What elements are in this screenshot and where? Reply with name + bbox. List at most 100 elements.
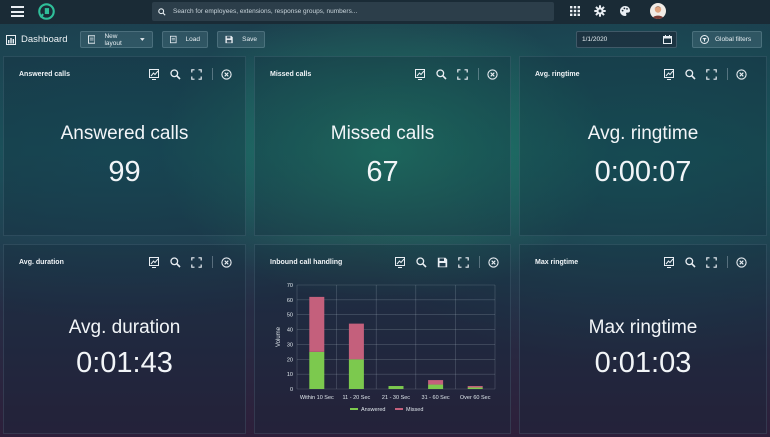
toolbar-divider: [727, 256, 728, 268]
load-button-label: Load: [185, 36, 200, 43]
save-button[interactable]: Save: [217, 31, 265, 48]
zoom-search-icon[interactable]: [436, 68, 447, 80]
metric-label: Missed calls: [330, 123, 435, 144]
toolbar-divider: [727, 68, 728, 80]
layout-dropdown-label: New layout: [104, 32, 122, 47]
metric-value: 0:00:07: [594, 156, 692, 188]
inbound-call-handling-chart: 0 10 20 30 40 50 60 70 Within 10 Sec 11 - 20 Sec 2…: [276, 283, 496, 413]
zoom-search-icon[interactable]: [170, 256, 181, 268]
y-tick-label: 60: [287, 298, 293, 304]
date-picker[interactable]: 1/1/2020: [576, 31, 677, 48]
toolbar-divider: [212, 68, 213, 80]
bar-missed: [428, 380, 444, 385]
toolbar-divider: [478, 68, 479, 80]
metric-label: Max ringtime: [588, 317, 698, 338]
x-tick-label: 21 - 30 Sec: [382, 395, 410, 401]
chart-type-icon[interactable]: [149, 68, 160, 80]
y-tick-label: 50: [287, 313, 293, 319]
x-tick-label: Over 60 Sec: [460, 395, 491, 401]
legend-label: Answered: [361, 407, 385, 413]
app-logo-icon: [38, 3, 55, 20]
close-circle-icon[interactable]: [221, 68, 232, 80]
x-tick-label: 11 - 20 Sec: [343, 395, 371, 401]
metric-value: 67: [366, 156, 399, 188]
palette-icon[interactable]: [619, 5, 631, 17]
fullscreen-icon[interactable]: [457, 68, 468, 80]
save-disk-icon: [225, 35, 233, 44]
layout-dropdown[interactable]: New layout: [80, 31, 153, 48]
page-title: Dashboard: [6, 34, 67, 45]
fullscreen-icon[interactable]: [191, 256, 202, 268]
close-circle-icon[interactable]: [736, 256, 747, 268]
fullscreen-icon[interactable]: [706, 68, 717, 80]
bar-answered: [467, 387, 483, 389]
user-avatar-icon: [652, 6, 664, 19]
y-tick-label: 10: [287, 372, 293, 378]
zoom-search-icon[interactable]: [685, 256, 696, 268]
bar-answered: [428, 384, 444, 389]
search-icon: [158, 7, 166, 16]
user-avatar[interactable]: [650, 3, 666, 19]
load-icon: [170, 35, 177, 44]
fullscreen-icon[interactable]: [191, 68, 202, 80]
x-tick-label: Within 10 Sec: [300, 395, 334, 401]
global-filters-button[interactable]: Global filters: [692, 31, 762, 48]
metric-label: Avg. duration: [68, 317, 181, 338]
widget-title: Avg. duration: [19, 259, 64, 266]
chart-type-icon[interactable]: [664, 68, 675, 80]
y-tick-label: 30: [287, 342, 293, 348]
avg-ringtime-widget: Avg. ringtime Avg. ringtime 0:00:07: [519, 56, 767, 236]
widget-toolbar: [664, 68, 757, 80]
search-bar[interactable]: [152, 2, 554, 21]
save-button-label: Save: [242, 36, 257, 43]
x-tick-label: 31 - 60 Sec: [422, 395, 450, 401]
zoom-search-icon[interactable]: [685, 68, 696, 80]
widget-title: Answered calls: [19, 71, 70, 78]
bar-answered: [309, 351, 325, 389]
answered-calls-widget: Answered calls Answered calls 99: [3, 56, 246, 236]
metric-label: Answered calls: [60, 123, 189, 144]
y-tick-label: 40: [287, 328, 293, 334]
fullscreen-icon[interactable]: [706, 256, 717, 268]
zoom-search-icon[interactable]: [170, 68, 181, 80]
dashboard-title-text: Dashboard: [21, 34, 68, 45]
date-value: 1/1/2020: [582, 36, 608, 43]
max-ringtime-widget: Max ringtime Max ringtime 0:01:03: [519, 244, 767, 434]
widget-toolbar: [149, 68, 242, 80]
widget-title: Missed calls: [270, 71, 312, 78]
close-circle-icon[interactable]: [736, 68, 747, 80]
layout-icon: [88, 35, 96, 44]
apps-grid-icon[interactable]: [569, 5, 581, 17]
metric-value: 99: [108, 156, 141, 188]
y-tick-label: 0: [290, 387, 293, 393]
chart-type-icon[interactable]: [415, 68, 426, 80]
toolbar-divider: [212, 256, 213, 268]
widget-toolbar: [664, 256, 757, 268]
chart-type-icon[interactable]: [149, 256, 160, 268]
legend-label: Missed: [406, 407, 423, 413]
chart-type-icon[interactable]: [664, 256, 675, 268]
y-tick-label: 20: [287, 357, 293, 363]
calendar-icon[interactable]: [663, 35, 672, 44]
dashboard-chart-icon: [6, 34, 16, 45]
load-button[interactable]: Load: [162, 31, 208, 48]
bar-missed: [467, 386, 483, 388]
close-circle-icon[interactable]: [487, 68, 498, 80]
widget-title: Avg. ringtime: [535, 71, 580, 78]
hamburger-menu-icon[interactable]: [11, 6, 24, 17]
bar-answered: [388, 386, 404, 389]
inbound-call-handling-widget: Inbound call handling 0 10 20 30 40 50 60 70 Wit…: [254, 244, 511, 434]
search-input[interactable]: [170, 7, 554, 16]
y-axis-label: Volume: [276, 326, 282, 347]
bar-missed: [309, 296, 325, 352]
close-circle-icon[interactable]: [221, 256, 232, 268]
metric-value: 0:01:43: [76, 347, 173, 379]
widget-toolbar: [149, 256, 242, 268]
gear-icon[interactable]: [594, 5, 606, 17]
metric-value: 0:01:03: [594, 347, 692, 379]
bar-missed: [348, 323, 364, 360]
bar-answered: [348, 359, 364, 389]
y-tick-label: 70: [287, 283, 293, 289]
metric-label: Avg. ringtime: [587, 123, 699, 144]
widget-title: Max ringtime: [535, 259, 579, 266]
